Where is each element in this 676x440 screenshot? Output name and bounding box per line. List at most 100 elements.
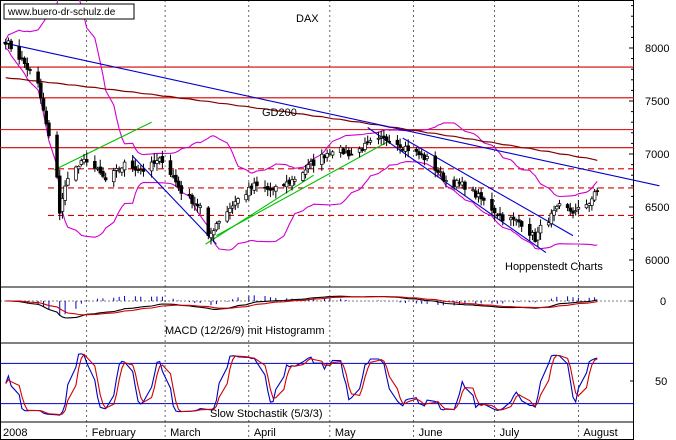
candle-body: [555, 206, 559, 210]
month-gridlines: [86, 0, 579, 440]
candle-body: [274, 185, 278, 192]
candle-body: [141, 169, 146, 172]
trend-line-main-down: [2, 42, 660, 187]
stochastic-panel: [0, 353, 634, 416]
month-label: May: [335, 427, 356, 439]
candle-body: [63, 185, 67, 201]
gd200-label: GD200: [262, 107, 297, 119]
plot-frame: [0, 0, 634, 440]
candle-body: [511, 216, 516, 220]
candle-body: [387, 140, 392, 143]
candle-body: [22, 57, 27, 65]
month-label: February: [92, 427, 137, 439]
candle-body: [303, 169, 308, 175]
horizontal-levels: [0, 66, 634, 217]
candle-body: [565, 204, 570, 209]
price-tick-label: 7000: [645, 149, 669, 161]
candle-body: [101, 170, 105, 177]
candle-body: [363, 142, 367, 150]
candle-body: [93, 161, 97, 169]
candle-body: [236, 198, 240, 204]
candle-body: [311, 159, 316, 166]
stochastic-label: Slow Stochastik (5/3/3): [210, 408, 323, 420]
candle-body: [519, 221, 524, 227]
price-tick-label: 7500: [645, 96, 669, 108]
candle-body: [9, 40, 13, 50]
candle-body: [44, 110, 48, 125]
macd-axis-label: 0: [660, 296, 666, 308]
trend-line-down-may: [367, 127, 547, 254]
candle-body: [576, 206, 581, 210]
candle-body: [160, 156, 165, 163]
candle-body: [536, 231, 540, 241]
stoch-axis-label: 50: [655, 376, 667, 388]
candle-body: [433, 155, 437, 171]
candle-body: [492, 207, 497, 214]
candle-body: [306, 164, 311, 169]
month-label: 2008: [3, 427, 27, 439]
candle-body: [36, 71, 40, 84]
candle-body: [414, 149, 419, 152]
candle-body: [330, 151, 335, 156]
candle-body: [179, 185, 184, 194]
candle-body: [395, 139, 400, 145]
trend-line-up-mar: [205, 174, 314, 245]
candle-body: [76, 166, 81, 170]
candle-body: [168, 160, 173, 175]
price-tick-label: 8000: [645, 43, 669, 55]
candle-body: [573, 210, 578, 212]
candle-body: [228, 207, 232, 213]
candle-body: [552, 210, 556, 216]
candle-body: [471, 189, 475, 191]
price-tick-label: 6500: [645, 202, 669, 214]
candle-body: [41, 98, 46, 111]
candle-body: [39, 82, 43, 99]
candle-body: [230, 205, 235, 209]
candle-body: [198, 205, 202, 208]
candle-body: [122, 161, 127, 171]
candle-body: [206, 207, 211, 237]
credit-label: Hoppenstedt Charts: [505, 261, 603, 273]
candle-body: [595, 190, 600, 193]
candle-body: [557, 203, 562, 207]
month-label: June: [419, 427, 443, 439]
month-label: July: [500, 427, 520, 439]
candle-body: [211, 230, 216, 236]
price-tick-label: 8500: [645, 0, 669, 2]
candle-body: [225, 211, 229, 222]
price-axis: 6000 6500 7000 7500 8000 8500 0 50: [629, 0, 669, 388]
candle-body: [463, 181, 467, 190]
source-label: www.buero-dr-schulz.de: [7, 7, 116, 18]
candle-body: [112, 170, 116, 183]
chart-canvas: 6000 6500 7000 7500 8000 8500 0 50 2008 February…: [0, 0, 669, 440]
candle-body: [398, 144, 402, 148]
candle-body: [349, 153, 354, 156]
dax-chart: 6000 6500 7000 7500 8000 8500 0 50 2008 February…: [0, 0, 676, 440]
candle-body: [368, 140, 373, 143]
candle-body: [406, 145, 410, 152]
month-label: August: [583, 427, 617, 439]
candle-body: [66, 178, 70, 186]
candle-body: [47, 122, 51, 137]
candle-body: [438, 171, 443, 173]
candle-body: [441, 172, 446, 181]
candle-body: [28, 69, 32, 71]
candle-body: [217, 221, 221, 224]
candle-body: [501, 214, 505, 222]
candle-body: [55, 134, 59, 178]
trend-line-down-may-upper: [402, 137, 574, 237]
candle-body: [425, 156, 429, 159]
candle-body: [538, 224, 543, 234]
candle-body: [25, 63, 30, 70]
price-tick-label: 6000: [645, 255, 669, 267]
candle-body: [592, 191, 597, 201]
month-label: March: [170, 427, 201, 439]
candle-body: [103, 177, 108, 181]
candle-body: [214, 223, 219, 231]
candle-body: [190, 194, 194, 204]
candle-body: [292, 178, 297, 182]
bollinger-bands: [5, 0, 598, 251]
bollinger-lower: [5, 48, 598, 251]
candle-body: [84, 159, 89, 163]
candle-body: [255, 181, 259, 186]
